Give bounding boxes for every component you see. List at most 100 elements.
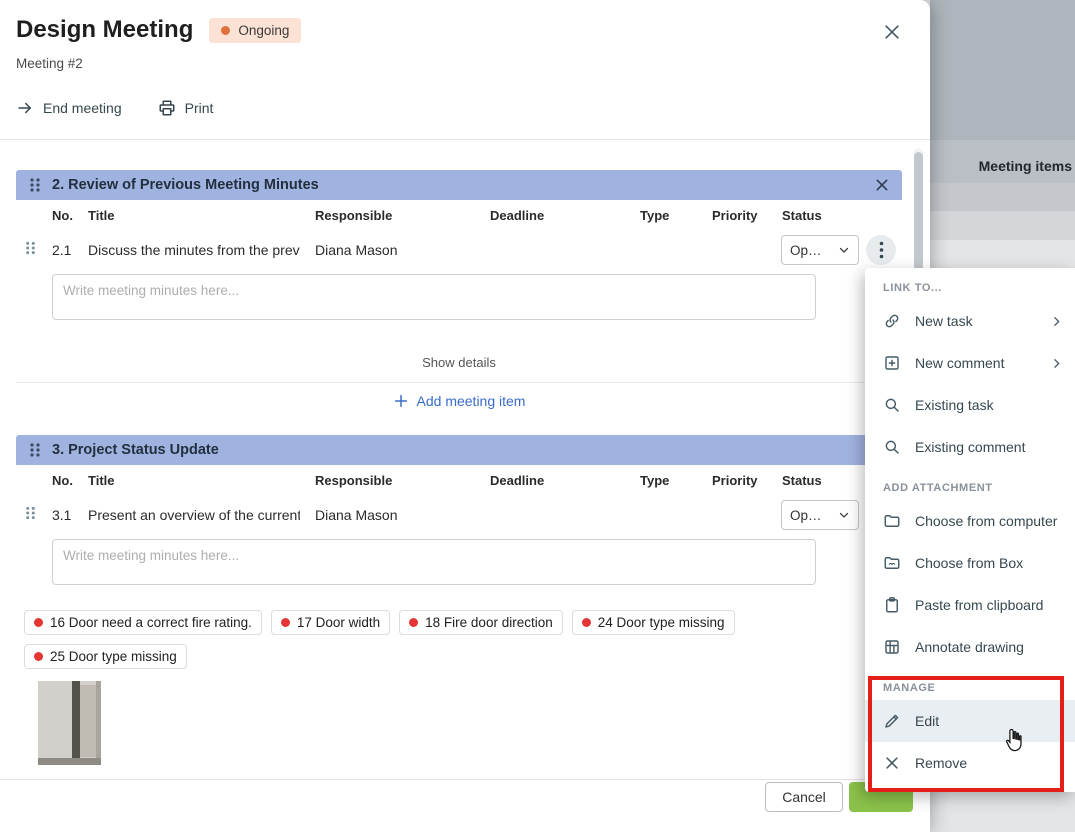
chevron-down-icon xyxy=(838,244,850,256)
section-3-header[interactable]: 3. Project Status Update xyxy=(16,435,902,465)
drag-handle-icon[interactable] xyxy=(28,177,42,193)
issue-chip-label: 17 Door width xyxy=(297,615,380,630)
menu-item-label: Existing task xyxy=(915,397,994,413)
issue-chip[interactable]: 25 Door type missing xyxy=(24,644,187,669)
menu-item-label: Annotate drawing xyxy=(915,639,1024,655)
menu-item-choose-from-computer[interactable]: Choose from computer xyxy=(865,500,1075,542)
menu-item-existing-task[interactable]: Existing task xyxy=(865,384,1075,426)
end-meeting-label: End meeting xyxy=(43,100,122,116)
background-row-2 xyxy=(930,211,1075,240)
section-2-title: 2. Review of Previous Meeting Minutes xyxy=(52,177,319,193)
status-dot-icon xyxy=(221,26,230,35)
col-status: Status xyxy=(782,208,822,223)
issue-chip-label: 24 Door type missing xyxy=(598,615,725,630)
section-close-icon[interactable] xyxy=(874,177,890,193)
add-attachment-section-header: ADD ATTACHMENT xyxy=(865,468,1075,500)
status-badge: Ongoing xyxy=(209,18,301,43)
minutes-input[interactable] xyxy=(52,539,816,585)
background-row-1 xyxy=(930,183,1075,211)
table-row: 3.1 Present an overview of the current p… xyxy=(16,493,902,537)
minutes-area xyxy=(16,272,902,335)
footer-divider xyxy=(0,779,930,780)
cancel-button[interactable]: Cancel xyxy=(765,782,843,812)
status-dropdown[interactable]: Op… xyxy=(781,500,859,530)
item-title: Present an overview of the current p… xyxy=(88,507,300,523)
table-row: 2.1 Discuss the minutes from the previo…… xyxy=(16,228,902,272)
chevron-right-icon xyxy=(1050,357,1063,370)
annotate-drawing-icon xyxy=(883,638,901,656)
col-no: No. xyxy=(52,473,73,488)
issue-dot-icon xyxy=(34,652,43,661)
print-button[interactable]: Print xyxy=(158,99,214,117)
box-folder-icon xyxy=(883,554,901,572)
issue-chip[interactable]: 18 Fire door direction xyxy=(399,610,563,635)
col-priority: Priority xyxy=(712,473,758,488)
comment-plus-icon xyxy=(883,354,901,372)
menu-item-label: Remove xyxy=(915,755,967,771)
show-details-link[interactable]: Show details xyxy=(16,335,902,382)
col-deadline: Deadline xyxy=(490,208,544,223)
section-2-header[interactable]: 2. Review of Previous Meeting Minutes xyxy=(16,170,902,200)
drag-handle-icon[interactable] xyxy=(28,442,42,458)
meeting-dialog: Design Meeting Ongoing Meeting #2 End me… xyxy=(0,0,930,832)
add-meeting-item-button[interactable]: Add meeting item xyxy=(16,382,902,419)
manage-section-header: MANAGE xyxy=(865,668,1075,700)
agenda-section-3: 3. Project Status Update No. Title Respo… xyxy=(16,435,902,765)
col-no: No. xyxy=(52,208,73,223)
close-icon[interactable] xyxy=(882,22,902,42)
minutes-area xyxy=(16,537,902,600)
menu-item-remove[interactable]: Remove xyxy=(865,742,1075,784)
menu-item-annotate-drawing[interactable]: Annotate drawing xyxy=(865,626,1075,668)
col-status: Status xyxy=(782,473,822,488)
status-dropdown[interactable]: Op… xyxy=(781,235,859,265)
col-title: Title xyxy=(88,208,115,223)
chevron-right-icon xyxy=(1050,315,1063,328)
issue-chip[interactable]: 17 Door width xyxy=(271,610,390,635)
drag-handle-icon[interactable] xyxy=(24,240,37,256)
menu-item-paste-from-clipboard[interactable]: Paste from clipboard xyxy=(865,584,1075,626)
kebab-icon xyxy=(879,241,884,259)
col-responsible: Responsible xyxy=(315,473,392,488)
status-value: Op… xyxy=(790,508,822,523)
search-icon xyxy=(883,396,901,414)
menu-item-choose-from-box[interactable]: Choose from Box xyxy=(865,542,1075,584)
menu-item-edit[interactable]: Edit xyxy=(865,700,1075,742)
agenda-section-2: 2. Review of Previous Meeting Minutes No… xyxy=(16,170,902,419)
edit-icon xyxy=(883,712,901,730)
menu-item-label: Paste from clipboard xyxy=(915,597,1043,613)
drag-handle-icon[interactable] xyxy=(24,505,37,521)
issue-chip-label: 25 Door type missing xyxy=(50,649,177,664)
item-number: 2.1 xyxy=(52,242,71,258)
linked-issues: 16 Door need a correct fire rating. 17 D… xyxy=(16,600,786,669)
issue-chip[interactable]: 16 Door need a correct fire rating. xyxy=(24,610,262,635)
menu-item-label: Existing comment xyxy=(915,439,1025,455)
menu-item-new-task[interactable]: New task xyxy=(865,300,1075,342)
menu-item-existing-comment[interactable]: Existing comment xyxy=(865,426,1075,468)
kebab-menu-button[interactable] xyxy=(866,235,896,265)
thumbnail-wall xyxy=(96,681,101,765)
remove-icon xyxy=(883,754,901,772)
link-to-section-header: LINK TO... xyxy=(865,268,1075,300)
col-type: Type xyxy=(640,473,669,488)
status-badge-label: Ongoing xyxy=(238,23,289,38)
item-responsible: Diana Mason xyxy=(315,242,398,258)
background-header-band xyxy=(930,0,1075,140)
context-menu: LINK TO... New task New comment Existing… xyxy=(865,268,1075,792)
item-responsible: Diana Mason xyxy=(315,507,398,523)
minutes-input[interactable] xyxy=(52,274,816,320)
thumbnail-door-frame xyxy=(72,681,80,765)
menu-item-new-comment[interactable]: New comment xyxy=(865,342,1075,384)
menu-item-label: Choose from Box xyxy=(915,555,1023,571)
issue-chip[interactable]: 24 Door type missing xyxy=(572,610,735,635)
header-divider xyxy=(0,139,930,140)
issue-dot-icon xyxy=(582,618,591,627)
arrow-right-icon xyxy=(16,99,34,117)
attachment-thumbnail[interactable] xyxy=(38,681,101,765)
col-responsible: Responsible xyxy=(315,208,392,223)
col-type: Type xyxy=(640,208,669,223)
col-priority: Priority xyxy=(712,208,758,223)
item-number: 3.1 xyxy=(52,507,71,523)
end-meeting-button[interactable]: End meeting xyxy=(16,99,122,117)
menu-item-label: New comment xyxy=(915,355,1004,371)
print-label: Print xyxy=(185,100,214,116)
